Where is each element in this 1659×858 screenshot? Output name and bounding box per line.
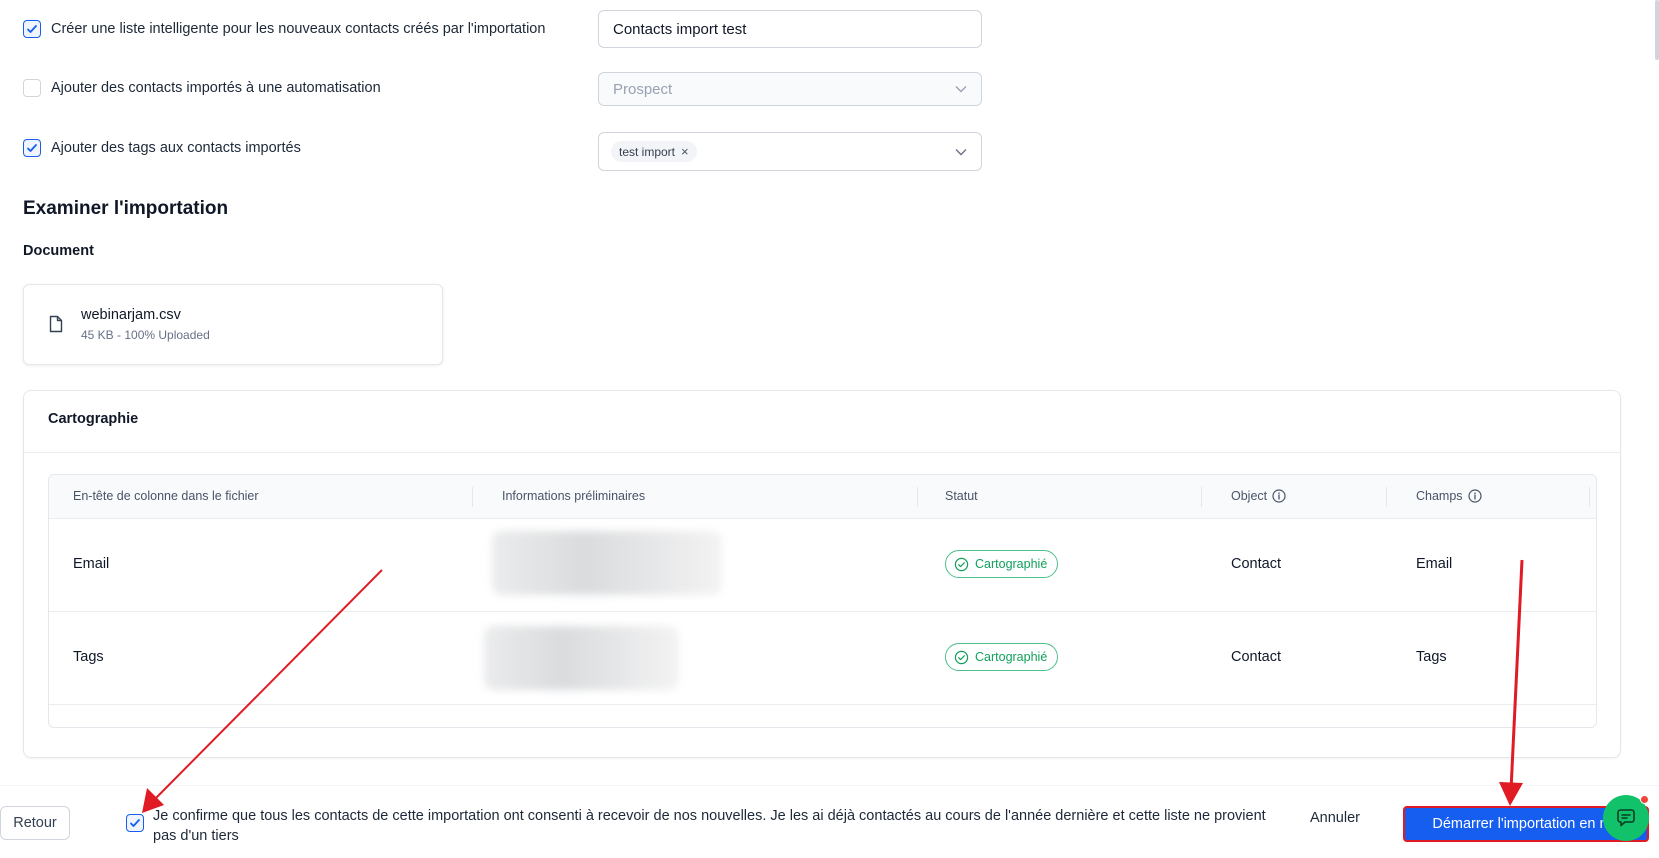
consent-checkbox[interactable] — [126, 814, 144, 832]
row-object-cell: Contact — [1231, 649, 1281, 665]
row-field-cell: Email — [1416, 556, 1453, 572]
back-button[interactable]: Retour — [0, 806, 70, 840]
file-name: webinarjam.csv — [81, 307, 181, 323]
column-separator — [472, 487, 473, 507]
automation-select[interactable]: Prospect — [598, 72, 982, 106]
automation-checkbox[interactable] — [23, 79, 41, 97]
row-header-cell: Tags — [73, 649, 104, 665]
row-header-cell: Email — [73, 556, 110, 572]
column-separator — [1201, 487, 1202, 507]
tag-chip: test import × — [611, 141, 697, 162]
column-header-preview: Informations préliminaires — [502, 489, 646, 503]
mapping-card: Cartographie En-tête de colonne dans le … — [23, 390, 1621, 758]
check-icon — [130, 819, 140, 827]
scrollbar[interactable] — [1655, 0, 1659, 60]
automation-select-placeholder: Prospect — [613, 80, 673, 98]
automation-option[interactable]: Ajouter des contacts importés à une auto… — [23, 79, 381, 97]
tags-label: Ajouter des tags aux contacts importés — [51, 140, 301, 156]
file-card: webinarjam.csv 45 KB - 100% Uploaded — [23, 284, 443, 365]
consent-text: Je confirme que tous les contacts de cet… — [153, 808, 1266, 844]
mapping-table: En-tête de colonne dans le fichier Infor… — [48, 474, 1597, 728]
row-object-cell: Contact — [1231, 556, 1281, 572]
smart-list-label: Créer une liste intelligente pour les no… — [51, 21, 546, 37]
tags-checkbox[interactable] — [23, 139, 41, 157]
column-separator — [1386, 487, 1387, 507]
file-icon — [49, 315, 63, 333]
row-field-cell: Tags — [1416, 649, 1447, 665]
column-header-file: En-tête de colonne dans le fichier — [73, 489, 259, 503]
column-separator — [1589, 487, 1590, 507]
notification-dot — [1640, 795, 1649, 804]
smart-list-name-value: Contacts import test — [613, 20, 747, 38]
chat-widget-button[interactable] — [1603, 795, 1649, 841]
document-label: Document — [23, 243, 94, 259]
tags-option[interactable]: Ajouter des tags aux contacts importés — [23, 139, 301, 157]
smart-list-option[interactable]: Créer une liste intelligente pour les no… — [23, 20, 545, 38]
chevron-down-icon — [955, 86, 967, 93]
info-icon[interactable] — [1467, 489, 1482, 503]
cancel-button[interactable]: Annuler — [1310, 810, 1360, 826]
chat-icon — [1617, 809, 1635, 827]
check-circle-icon — [954, 650, 969, 664]
check-circle-icon — [954, 557, 969, 571]
file-meta: 45 KB - 100% Uploaded — [81, 328, 210, 342]
smart-list-checkbox[interactable] — [23, 20, 41, 38]
automation-label: Ajouter des contacts importés à une auto… — [51, 80, 381, 96]
status-label: Cartographié — [975, 650, 1048, 664]
column-header-object: Object — [1231, 489, 1286, 503]
smart-list-name-input[interactable]: Contacts import test — [598, 10, 982, 48]
column-header-field: Champs — [1416, 489, 1482, 503]
review-title: Examiner l'importation — [23, 198, 229, 219]
table-row: Tags Cartographié Contact Tags — [49, 612, 1596, 705]
footer-bar: Retour Je confirme que tous les contacts… — [0, 785, 1659, 858]
table-row: Email Cartographié Contact Email — [49, 519, 1596, 612]
status-badge: Cartographié — [945, 643, 1059, 671]
status-label: Cartographié — [975, 557, 1048, 571]
mapping-title: Cartographie — [48, 411, 139, 427]
divider — [24, 452, 1620, 453]
status-badge: Cartographié — [945, 550, 1059, 578]
tag-chip-label: test import — [619, 144, 676, 159]
import-review-page: Créer une liste intelligente pour les no… — [0, 0, 1659, 858]
table-header: En-tête de colonne dans le fichier Infor… — [49, 475, 1596, 519]
close-icon[interactable]: × — [681, 144, 689, 159]
blurred-preview — [492, 531, 722, 595]
check-icon — [27, 25, 37, 33]
blurred-preview — [484, 626, 679, 690]
info-icon[interactable] — [1272, 489, 1286, 503]
column-header-status: Statut — [945, 489, 978, 503]
check-icon — [27, 144, 37, 152]
column-separator — [917, 487, 918, 507]
tags-select[interactable]: test import × — [598, 132, 982, 171]
chevron-down-icon — [955, 148, 967, 155]
